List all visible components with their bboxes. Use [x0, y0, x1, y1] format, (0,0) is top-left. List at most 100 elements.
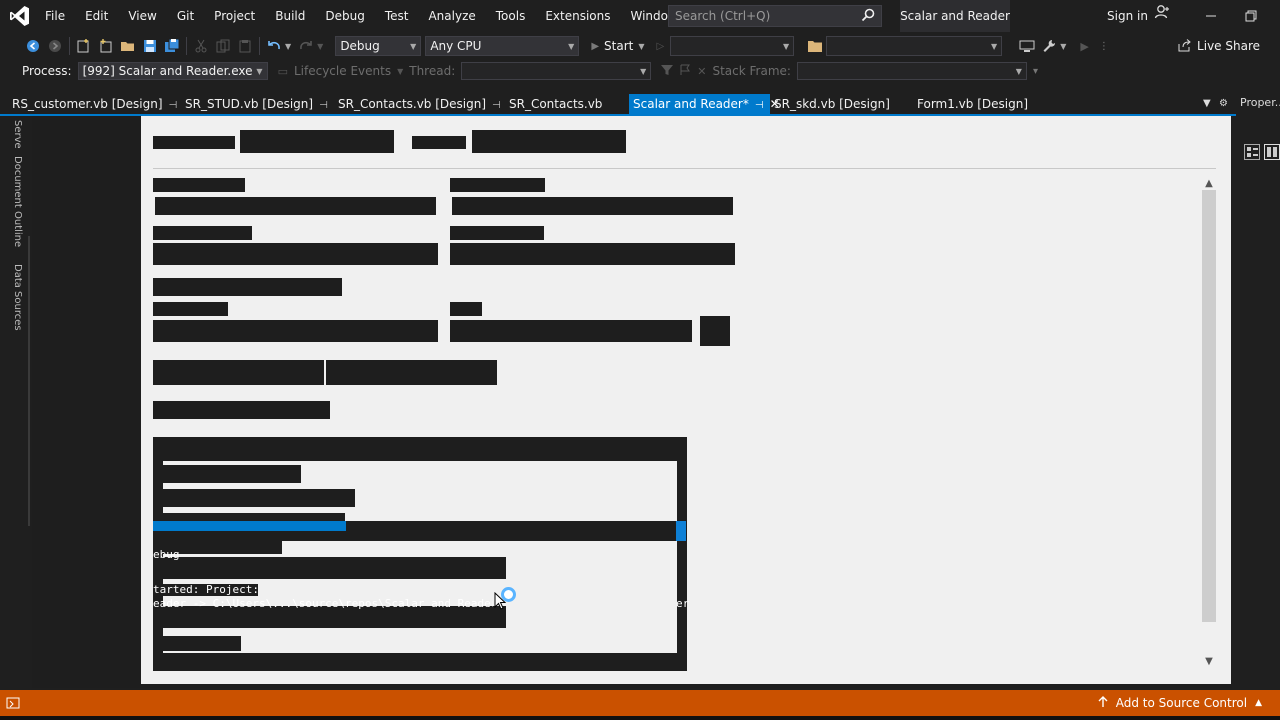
menu-git[interactable]: Git [167, 0, 204, 32]
list-item[interactable] [163, 465, 301, 483]
folder-icon[interactable] [804, 35, 826, 57]
tab-list-dropdown-icon[interactable]: ▼ [1203, 94, 1211, 114]
add-to-source-control-button[interactable]: Add to Source Control ▲ [1098, 690, 1262, 716]
redo-icon[interactable] [295, 35, 317, 57]
scrollbar-thumb[interactable] [1202, 190, 1216, 622]
text-field[interactable] [153, 320, 438, 342]
cut-icon[interactable] [190, 35, 212, 57]
menu-test[interactable]: Test [375, 0, 419, 32]
text-field[interactable] [452, 197, 733, 215]
copy-icon[interactable] [212, 35, 234, 57]
document-outline-tab[interactable]: Document Outline [12, 156, 23, 247]
alphabetical-icon[interactable] [1264, 144, 1280, 160]
toolbar-options-icon[interactable]: ⋮ [1099, 41, 1109, 52]
paste-icon[interactable] [234, 35, 256, 57]
startup-item-select[interactable]: ▼ [670, 36, 795, 56]
visual-studio-logo-icon[interactable] [7, 3, 33, 29]
form-subtitle-label[interactable] [412, 136, 466, 149]
categorized-icon[interactable] [1244, 144, 1260, 160]
navigate-forward-icon[interactable] [44, 35, 66, 57]
stack-frame-select[interactable]: ▼ [796, 62, 1027, 80]
step-icon[interactable]: ▶ [1080, 40, 1088, 53]
properties-tab[interactable]: Proper... [1240, 96, 1280, 109]
menu-debug[interactable]: Debug [315, 0, 374, 32]
toolbar-options-icon[interactable]: ▾ [1033, 66, 1038, 77]
form-button[interactable] [153, 360, 324, 385]
data-sources-tab[interactable]: Data Sources [12, 264, 23, 331]
start-button[interactable]: ▶ Start ▼ [585, 39, 650, 53]
form-title-label[interactable] [153, 136, 235, 149]
selection-highlight [153, 521, 346, 531]
flag-icon[interactable] [679, 64, 691, 79]
solution-platform-select[interactable]: Any CPU ▼ [425, 36, 580, 56]
wrench-icon[interactable] [1038, 35, 1060, 57]
tab-sr-contacts-design[interactable]: SR_Contacts.vb [Design] ⊣ [334, 94, 505, 114]
device-icon[interactable] [1016, 35, 1038, 57]
tab-scalar-and-reader[interactable]: Scalar and Reader* ⊣ ✕ [629, 94, 780, 114]
pin-icon[interactable]: ⊣ [492, 100, 501, 111]
designer-vertical-scrollbar[interactable]: ▲ ▼ [1202, 178, 1216, 670]
list-item[interactable] [153, 656, 506, 670]
sign-in-button[interactable]: Sign in [1107, 0, 1170, 32]
scroll-up-icon[interactable]: ▲ [1202, 178, 1216, 189]
list-item[interactable] [511, 654, 687, 671]
redo-dropdown-icon[interactable]: ▼ [317, 42, 323, 51]
new-project-icon[interactable] [73, 35, 95, 57]
save-all-icon[interactable] [161, 35, 183, 57]
pin-icon[interactable]: ⊣ [755, 100, 764, 111]
chevron-down-icon[interactable]: ▼ [1060, 42, 1066, 51]
tab-sr-skd-design[interactable]: SR_skd.vb [Design] [770, 94, 894, 114]
menu-build[interactable]: Build [265, 0, 315, 32]
process-select[interactable]: [992] Scalar and Reader.exe ▼ [77, 62, 268, 80]
pin-icon[interactable]: ⊣ [319, 100, 328, 111]
menu-tools[interactable]: Tools [486, 0, 536, 32]
tab-form1-design[interactable]: Form1.vb [Design] [913, 94, 1032, 114]
lifecycle-events-icon[interactable]: ▭ [278, 65, 288, 78]
start-without-debugging-icon[interactable]: ▷ [657, 41, 665, 52]
browse-button[interactable] [700, 316, 730, 346]
collapse-icon[interactable]: ✕ [697, 65, 706, 78]
form-button[interactable] [326, 360, 497, 385]
minimize-icon[interactable] [1194, 0, 1228, 32]
tab-sr-contacts-code[interactable]: SR_Contacts.vb [505, 94, 606, 114]
save-icon[interactable] [139, 35, 161, 57]
text-field[interactable] [450, 243, 735, 265]
gear-icon[interactable]: ⚙ [1219, 94, 1228, 114]
text-field[interactable] [153, 243, 438, 265]
menu-file[interactable]: File [41, 0, 75, 32]
search-icon[interactable] [861, 8, 875, 25]
tab-sr-stud-design[interactable]: SR_STUD.vb [Design] ⊣ [181, 94, 332, 114]
text-field[interactable] [155, 197, 436, 215]
menu-extensions[interactable]: Extensions [535, 0, 620, 32]
form-title-field[interactable] [240, 130, 394, 153]
menu-view[interactable]: View [118, 0, 166, 32]
rail-divider [28, 236, 30, 526]
text-field[interactable] [450, 320, 692, 342]
find-combo[interactable]: ▼ [826, 36, 1003, 56]
list-item[interactable] [153, 557, 506, 579]
undo-dropdown-icon[interactable]: ▼ [285, 42, 291, 51]
open-folder-icon[interactable] [117, 35, 139, 57]
solution-configuration-select[interactable]: Debug ▼ [335, 36, 422, 56]
restore-icon[interactable] [1234, 0, 1268, 32]
menu-edit[interactable]: Edit [75, 0, 118, 32]
scroll-down-icon[interactable]: ▼ [1202, 656, 1216, 667]
lifecycle-events-label[interactable]: Lifecycle Events [294, 64, 391, 78]
form-subtitle-field[interactable] [472, 130, 626, 153]
menu-analyze[interactable]: Analyze [418, 0, 485, 32]
menu-project[interactable]: Project [204, 0, 265, 32]
add-item-icon[interactable] [95, 35, 117, 57]
filter-icon[interactable] [661, 64, 674, 79]
list-item[interactable] [163, 636, 241, 651]
list-item[interactable] [163, 489, 355, 507]
live-share-button[interactable]: Live Share [1177, 32, 1260, 60]
server-explorer-tab[interactable]: Server Explorer [12, 120, 23, 148]
chevron-down-icon[interactable]: ▼ [397, 67, 403, 76]
chevron-down-icon: ▼ [640, 66, 647, 76]
search-input[interactable]: Search (Ctrl+Q) [668, 5, 882, 27]
thread-select[interactable]: ▼ [461, 62, 652, 80]
pin-icon[interactable]: ⊣ [169, 100, 178, 111]
undo-icon[interactable] [263, 35, 285, 57]
tab-rs-customer-design[interactable]: RS_customer.vb [Design] ⊣ [8, 94, 181, 114]
navigate-back-icon[interactable] [22, 35, 44, 57]
